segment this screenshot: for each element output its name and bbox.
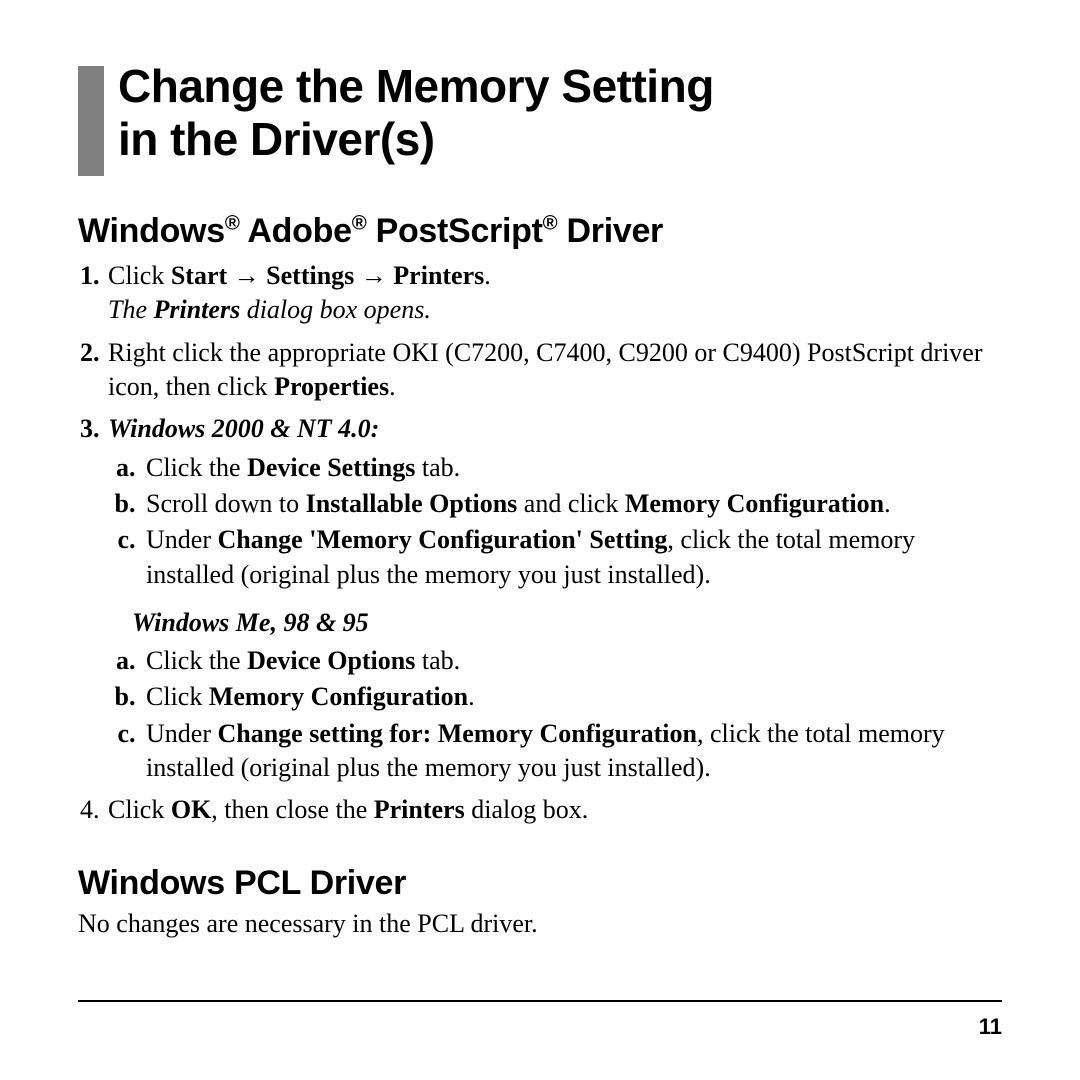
text: Click (146, 682, 209, 711)
reg-icon: ® (543, 213, 558, 235)
text: , then close the (211, 795, 373, 824)
text: Memory Configuration (625, 489, 884, 518)
text: Click the (146, 453, 247, 482)
step-3: Windows 2000 & NT 4.0: Click the Device … (106, 412, 1002, 785)
text: Printers (374, 795, 465, 824)
text: Click the (146, 646, 247, 675)
substeps-nt: Click the Device Settings tab. Scroll do… (108, 451, 1002, 592)
text: . (484, 261, 491, 290)
title-line-2: in the Driver(s) (118, 113, 435, 165)
text: Scroll down to (146, 489, 306, 518)
text: Settings (266, 261, 354, 290)
section-heading-postscript: Windows® Adobe® PostScript® Driver (78, 212, 1002, 251)
step3-heading: Windows 2000 & NT 4.0: (108, 414, 379, 443)
text: and click (517, 489, 625, 518)
arrow-icon: → (354, 261, 393, 290)
text: The (108, 295, 154, 324)
substep-b: Scroll down to Installable Options and c… (142, 487, 1002, 521)
page-number: 11 (979, 1014, 1002, 1040)
h2-part: Driver (557, 212, 663, 250)
text: Device Options (247, 646, 415, 675)
h2-part: PostScript (366, 212, 542, 250)
text: Change setting for: Memory Configuration (217, 719, 697, 748)
text: OK (171, 795, 211, 824)
text: Printers (393, 261, 484, 290)
text: Printers (154, 295, 241, 324)
result-text: The Printers dialog box opens. (108, 295, 431, 324)
reg-icon: ® (225, 213, 240, 235)
title-bar-icon (78, 66, 104, 176)
text: Under (146, 525, 217, 554)
substep-b: Click Memory Configuration. (142, 680, 1002, 714)
page: Change the Memory Setting in the Driver(… (0, 0, 1080, 1080)
substep-a: Click the Device Options tab. (142, 644, 1002, 678)
substep-c: Under Change 'Memory Configuration' Sett… (142, 523, 1002, 592)
text: Installable Options (306, 489, 518, 518)
substeps-me: Click the Device Options tab. Click Memo… (108, 644, 1002, 785)
title-line-1: Change the Memory Setting (118, 60, 714, 112)
substep-a: Click the Device Settings tab. (142, 451, 1002, 485)
section-heading-pcl: Windows PCL Driver (78, 864, 1002, 903)
arrow-icon: → (227, 261, 266, 290)
text: Memory Configuration (209, 682, 468, 711)
step-2: Right click the appropriate OKI (C7200, … (106, 336, 1002, 405)
text: Change 'Memory Configuration' Setting (217, 525, 667, 554)
text: tab. (415, 453, 460, 482)
pcl-body: No changes are necessary in the PCL driv… (78, 909, 1002, 939)
text: dialog box. (465, 795, 589, 824)
text: . (389, 372, 396, 401)
page-title: Change the Memory Setting in the Driver(… (118, 60, 714, 166)
h2-part: Windows (78, 212, 225, 250)
text: tab. (415, 646, 460, 675)
text: Under (146, 719, 217, 748)
text: Properties (274, 372, 389, 401)
footer-rule (78, 1000, 1002, 1002)
text: Device Settings (247, 453, 415, 482)
title-block: Change the Memory Setting in the Driver(… (78, 60, 1002, 176)
h2-part: Adobe (240, 212, 352, 250)
text: Click (108, 795, 171, 824)
subheading-me98: Windows Me, 98 & 95 (132, 606, 1002, 640)
step-1: Click Start → Settings → Printers. The P… (106, 259, 1002, 328)
text: dialog box opens. (240, 295, 431, 324)
substep-c: Under Change setting for: Memory Configu… (142, 717, 1002, 786)
text: . (468, 682, 475, 711)
text: . (884, 489, 891, 518)
reg-icon: ® (352, 213, 367, 235)
text: Right click the appropriate OKI (C7200, … (108, 338, 983, 401)
steps-list: Click Start → Settings → Printers. The P… (78, 259, 1002, 828)
step-4: Click OK, then close the Printers dialog… (106, 793, 1002, 827)
text: Start (171, 261, 227, 290)
text: Click (108, 261, 171, 290)
